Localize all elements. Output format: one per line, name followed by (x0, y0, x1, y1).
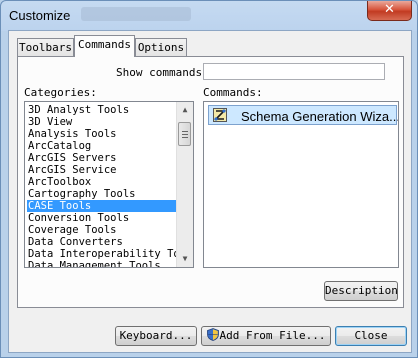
window-close-button[interactable]: ✕ (367, 1, 412, 21)
add-from-file-button[interactable]: Add From File... (201, 326, 331, 346)
close-button[interactable]: Close (335, 326, 407, 346)
category-item[interactable]: Coverage Tools (27, 224, 117, 236)
show-commands-input[interactable] (203, 63, 385, 80)
scroll-thumb[interactable] (178, 122, 191, 146)
commands-list[interactable]: Schema Generation Wiza... (203, 101, 399, 268)
category-item-selected[interactable]: CASE Tools (27, 200, 178, 212)
category-item[interactable]: 3D Analyst Tools (27, 104, 129, 116)
close-icon: ✕ (384, 2, 395, 17)
scroll-up-icon[interactable]: ▲ (178, 103, 192, 117)
window-title: Customize (9, 8, 71, 23)
category-item[interactable]: ArcToolbox (27, 176, 91, 188)
show-commands-label: Show commands (116, 66, 203, 79)
dialog-body: Toolbars Commands Options Show commands … (8, 30, 412, 353)
categories-list[interactable]: 3D Analyst Tools 3D View Analysis Tools … (24, 101, 194, 268)
customize-window: Customize ✕ Toolbars Commands Options Sh… (0, 0, 418, 358)
category-item[interactable]: Data Interoperability Too (27, 248, 186, 260)
category-item[interactable]: ArcGIS Service (27, 164, 117, 176)
category-item[interactable]: Cartography Tools (27, 188, 135, 200)
keyboard-button[interactable]: Keyboard... (115, 326, 197, 346)
category-item[interactable]: Data Converters (27, 236, 123, 248)
schema-wizard-icon (213, 108, 227, 122)
category-item[interactable]: Data Management Tools (27, 260, 161, 267)
command-item[interactable]: Schema Generation Wiza... (208, 105, 399, 125)
scroll-down-icon[interactable]: ▼ (178, 252, 192, 266)
categories-scrollbar[interactable]: ▲ ▼ (176, 102, 193, 267)
category-item[interactable]: Conversion Tools (27, 212, 129, 224)
commands-label: Commands: (203, 86, 263, 99)
commands-tab-panel: Show commands Categories: Commands: 3D A… (17, 56, 404, 308)
shield-icon (206, 328, 219, 341)
category-item[interactable]: ArcGIS Servers (27, 152, 117, 164)
add-from-file-label: Add From File... (219, 329, 326, 342)
blurred-title-text (81, 7, 191, 21)
tab-toolbars[interactable]: Toolbars (17, 38, 74, 57)
categories-label: Categories: (24, 86, 97, 99)
tab-options[interactable]: Options (135, 38, 187, 57)
command-item-label: Schema Generation Wiza... (241, 109, 399, 124)
category-item[interactable]: 3D View (27, 116, 72, 128)
description-button[interactable]: Description (324, 281, 398, 301)
tab-commands[interactable]: Commands (74, 35, 135, 57)
category-item[interactable]: Analysis Tools (27, 128, 117, 140)
title-bar[interactable]: Customize ✕ (1, 1, 417, 29)
category-item[interactable]: ArcCatalog (27, 140, 91, 152)
